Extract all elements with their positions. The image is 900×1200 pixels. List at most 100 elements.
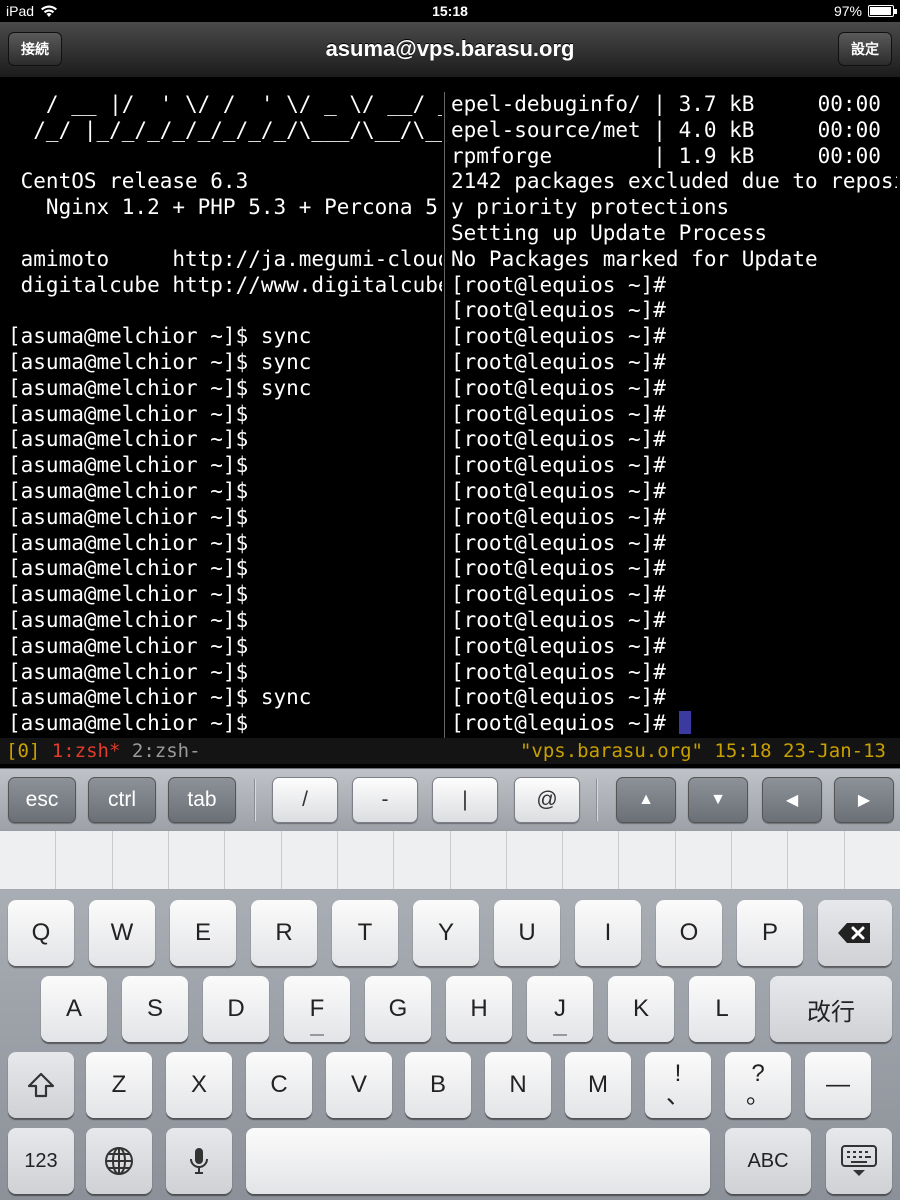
- terminal-line: No Packages marked for Update: [451, 246, 818, 271]
- key-p[interactable]: P: [737, 900, 803, 966]
- terminal-line: Setting up Update Process: [451, 220, 768, 245]
- ctrl-key[interactable]: ctrl: [88, 777, 156, 823]
- key-m[interactable]: M: [565, 1052, 631, 1118]
- terminal-line: [asuma@melchior ~]$: [8, 478, 249, 503]
- key-v[interactable]: V: [326, 1052, 392, 1118]
- candidate-slot: [788, 831, 845, 889]
- terminal-line: [asuma@melchior ~]$: [8, 607, 249, 632]
- slash-key[interactable]: /: [272, 777, 338, 823]
- arrow-down-key[interactable]: ▼: [688, 777, 748, 823]
- key-g[interactable]: G: [365, 976, 431, 1042]
- candidate-slot: [225, 831, 282, 889]
- key-f-label: F: [309, 995, 325, 1022]
- candidate-slot: [563, 831, 620, 889]
- terminal-line: [root@lequios ~]#: [451, 504, 666, 529]
- key-l[interactable]: L: [689, 976, 755, 1042]
- nav-bar: 接続 asuma@vps.barasu.org 設定: [0, 22, 900, 78]
- candidate-slot: [113, 831, 169, 889]
- key-o[interactable]: O: [656, 900, 722, 966]
- arrow-right-key[interactable]: ▶: [834, 777, 894, 823]
- pane-divider: [444, 92, 445, 738]
- terminal-pane-right[interactable]: epel-debuginfo/ | 3.7 kB 00:00 epel-sourc…: [451, 92, 897, 737]
- candidate-slot: [507, 831, 564, 889]
- terminal-pane-left[interactable]: / __ |/ ' \/ / ' \/ _ \/ __/ _ /_/ |_/_/…: [8, 92, 442, 737]
- dictation-key[interactable]: [166, 1128, 232, 1194]
- nav-title: asuma@vps.barasu.org: [325, 36, 575, 61]
- candidate-slot: [619, 831, 676, 889]
- candidate-slot: [451, 831, 507, 889]
- terminal-line: [asuma@melchior ~]$ sync: [8, 349, 312, 374]
- key-x[interactable]: X: [166, 1052, 232, 1118]
- at-key[interactable]: @: [514, 777, 580, 823]
- key-r[interactable]: R: [251, 900, 317, 966]
- exclamation-comma-key[interactable]: !、: [645, 1052, 711, 1118]
- key-t[interactable]: T: [332, 900, 398, 966]
- status-bar: iPad 15:18 97%: [0, 0, 900, 22]
- key-c[interactable]: C: [246, 1052, 312, 1118]
- backspace-key[interactable]: [818, 900, 892, 966]
- terminal-line: 2142 packages excluded due to reposit: [451, 169, 897, 194]
- terminal-line: [asuma@melchior ~]$: [8, 427, 249, 452]
- terminal-line: [root@lequios ~]#: [451, 478, 666, 503]
- abc-key[interactable]: ABC: [725, 1128, 811, 1194]
- esc-key[interactable]: esc: [8, 777, 76, 823]
- clock: 15:18: [432, 3, 468, 19]
- terminal-line: [asuma@melchior ~]$ sync: [8, 324, 312, 349]
- key-z[interactable]: Z: [86, 1052, 152, 1118]
- terminal-line: [root@lequios ~]#: [451, 530, 666, 555]
- key-a[interactable]: A: [41, 976, 107, 1042]
- candidate-bar: [0, 830, 900, 890]
- long-dash-key[interactable]: —: [805, 1052, 871, 1118]
- microphone-icon: [190, 1148, 208, 1174]
- key-b[interactable]: B: [405, 1052, 471, 1118]
- key-u[interactable]: U: [494, 900, 560, 966]
- settings-button[interactable]: 設定: [838, 32, 892, 66]
- tmux-status-right: "vps.barasu.org" 15:18 23-Jan-13: [519, 740, 886, 762]
- question-period-key[interactable]: ?。: [725, 1052, 791, 1118]
- key-j[interactable]: J: [527, 976, 593, 1042]
- terminal-line: [root@lequios ~]#: [451, 607, 666, 632]
- terminal-line: [root@lequios ~]#: [451, 685, 666, 710]
- hide-keyboard-key[interactable]: [826, 1128, 892, 1194]
- terminal-line: [asuma@melchior ~]$: [8, 453, 249, 478]
- numbers-key[interactable]: 123: [8, 1128, 74, 1194]
- candidate-slot: [338, 831, 395, 889]
- terminal-line: [asuma@melchior ~]$: [8, 504, 249, 529]
- terminal-view[interactable]: / __ |/ ' \/ / ' \/ _ \/ __/ _ /_/ |_/_/…: [0, 78, 900, 738]
- terminal-line: digitalcube http://www.digitalcube.: [8, 272, 442, 297]
- terminal-line: /_/ |_/_/_/_/_/_/_/_/\___/\__/\___: [8, 117, 442, 142]
- terminal-line: [root@lequios ~]#: [451, 272, 666, 297]
- return-key[interactable]: 改行: [770, 976, 892, 1042]
- globe-key[interactable]: [86, 1128, 152, 1194]
- key-s[interactable]: S: [122, 976, 188, 1042]
- key-q[interactable]: Q: [8, 900, 74, 966]
- pipe-key[interactable]: |: [432, 777, 498, 823]
- key-h[interactable]: H: [446, 976, 512, 1042]
- shift-key[interactable]: [8, 1052, 74, 1118]
- key-k[interactable]: K: [608, 976, 674, 1042]
- dash-key[interactable]: -: [352, 777, 418, 823]
- arrow-left-key[interactable]: ◀: [762, 777, 822, 823]
- terminal-line: [asuma@melchior ~]$: [8, 401, 249, 426]
- software-keyboard: Q W E R T Y U I O P A S D F G H J K L 改行…: [0, 890, 900, 1200]
- tab-key[interactable]: tab: [168, 777, 236, 823]
- key-i[interactable]: I: [575, 900, 641, 966]
- battery-percent: 97%: [833, 3, 862, 19]
- key-f[interactable]: F: [284, 976, 350, 1042]
- key-w[interactable]: W: [89, 900, 155, 966]
- home-row-marker: [310, 1034, 324, 1036]
- terminal-line: [asuma@melchior ~]$ sync: [8, 375, 312, 400]
- arrow-up-key[interactable]: ▲: [616, 777, 676, 823]
- key-e[interactable]: E: [170, 900, 236, 966]
- tmux-window-active: 1:zsh*: [51, 740, 121, 762]
- battery-icon: [868, 5, 897, 17]
- terminal-line: [asuma@melchior ~]$ sync: [8, 685, 312, 710]
- terminal-line: [root@lequios ~]#: [451, 349, 666, 374]
- tmux-window: 2:zsh-: [131, 740, 201, 762]
- key-d[interactable]: D: [203, 976, 269, 1042]
- key-n[interactable]: N: [485, 1052, 551, 1118]
- space-key[interactable]: [246, 1128, 710, 1194]
- key-y[interactable]: Y: [413, 900, 479, 966]
- terminal-line: [root@lequios ~]#: [451, 298, 666, 323]
- candidate-slot: [676, 831, 733, 889]
